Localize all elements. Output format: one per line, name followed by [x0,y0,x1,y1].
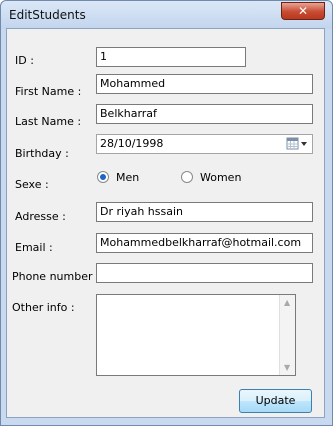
phone-number-field[interactable] [96,263,313,283]
radio-selected-dot [100,174,106,180]
birthday-value: 28/10/1998 [100,137,164,150]
email-label: Email : [15,241,53,254]
window-title: EditStudents [9,8,86,22]
update-button[interactable]: Update [239,389,312,413]
birthday-label: Birthday : [15,147,69,160]
other-info-textarea[interactable]: ▲ ▼ [96,294,296,376]
scroll-down-icon[interactable]: ▼ [284,363,290,372]
radio-women-label[interactable]: Women [200,171,241,184]
adresse-label: Adresse : [15,210,66,223]
radio-women[interactable] [181,171,193,183]
last-name-field[interactable]: Belkharraf [96,104,313,124]
first-name-field[interactable]: Mohammed [96,74,313,94]
id-field[interactable]: 1 [96,47,246,67]
calendar-dropdown-button[interactable] [286,137,310,151]
sexe-label: Sexe : [15,178,49,191]
email-field[interactable]: Mohammedbelkharraf@hotmail.com [96,233,313,253]
chevron-down-icon [301,142,307,146]
last-name-label: Last Name : [15,115,82,128]
radio-men-label[interactable]: Men [116,171,139,184]
other-info-label: Other info : [12,301,75,314]
id-label: ID : [15,54,34,67]
close-button[interactable]: ✕ [281,2,325,20]
adresse-field[interactable]: Dr riyah hssain [96,202,313,222]
calendar-icon [286,137,307,150]
close-icon: ✕ [297,4,309,18]
radio-men[interactable] [97,171,109,183]
other-info-scrollbar[interactable]: ▲ ▼ [279,295,295,375]
phone-number-label: Phone number : [12,270,100,283]
first-name-label: First Name : [15,85,82,98]
scroll-up-icon[interactable]: ▲ [284,298,290,307]
title-bar[interactable]: EditStudents ✕ [1,1,332,29]
birthday-picker[interactable]: 28/10/1998 [96,134,313,154]
